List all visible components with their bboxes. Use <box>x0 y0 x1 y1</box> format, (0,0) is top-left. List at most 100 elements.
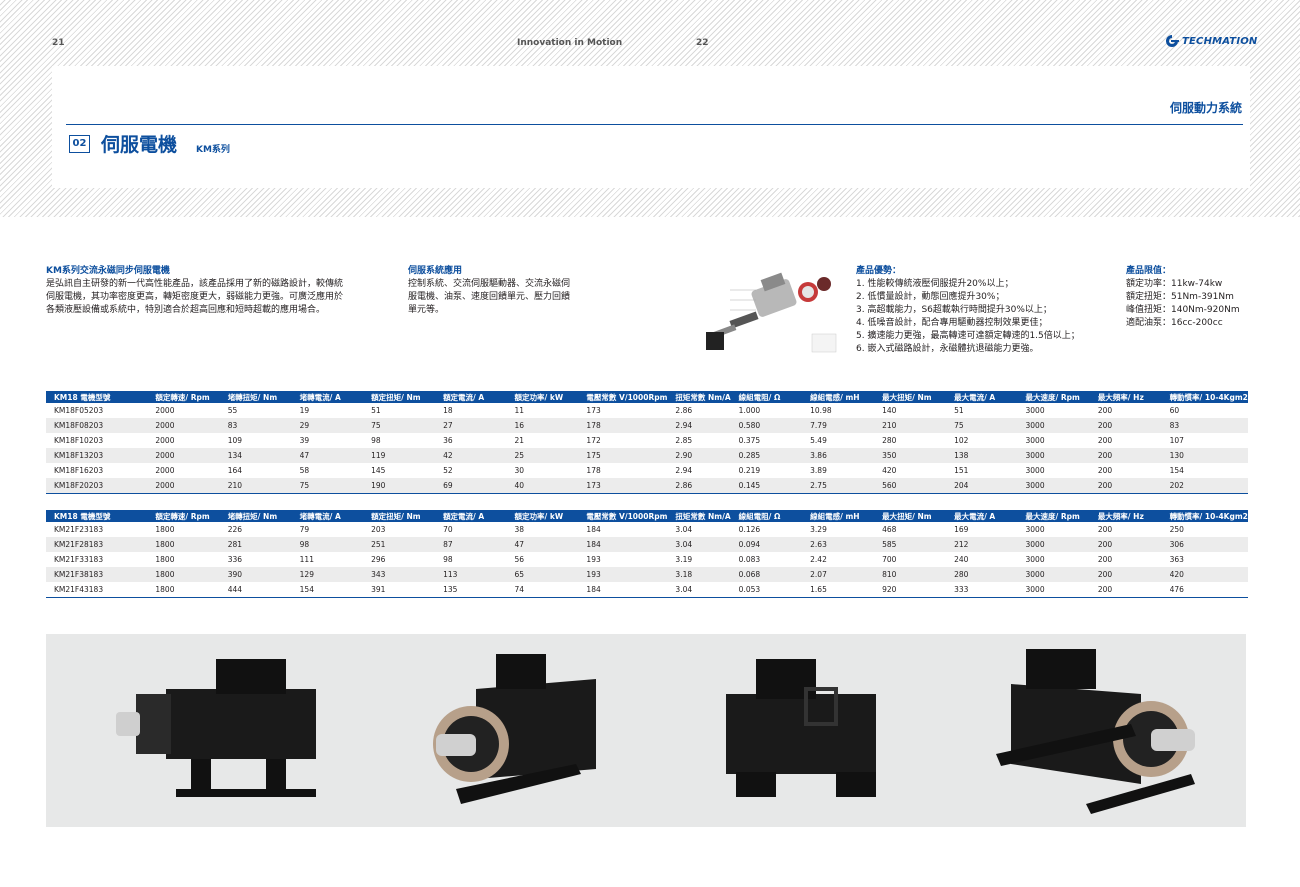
table-cell: 0.219 <box>730 463 803 478</box>
column-header: 堵轉扭矩/ Nm <box>219 510 292 522</box>
column-header: 堵轉電流/ A <box>291 391 364 403</box>
table-cell: 3000 <box>1017 567 1090 582</box>
table-cell: 0.053 <box>730 582 803 597</box>
intro-line: 各類液壓設備或系統中，特別適合於超高回應和短時超載的應用場合。 <box>46 305 326 315</box>
table-cell: 173 <box>578 478 668 493</box>
table-row: KM18F20203 2000 210 75 190 69 40 173 2.86 0.145 2.… <box>46 478 1248 493</box>
limits-body: 額定功率：11kw-74kw 額定扭矩：51Nm-391Nm 峰值扭矩：140N… <box>1126 278 1240 330</box>
table-cell: 119 <box>363 448 436 463</box>
table-cell: 0.375 <box>730 433 803 448</box>
table-cell: 113 <box>435 567 507 582</box>
advantage-item: 4. 低噪音設計，配合專用驅動器控制效果更佳； <box>856 318 1048 328</box>
table-cell: 175 <box>578 448 668 463</box>
column-header: 最大速度/ Rpm <box>1017 510 1090 522</box>
column-header: 最大電流/ A <box>946 510 1018 522</box>
table-cell: 2000 <box>147 463 220 478</box>
table-cell: 65 <box>506 567 579 582</box>
table-cell: 184 <box>578 537 668 552</box>
table-cell: 226 <box>219 522 292 537</box>
table-cell: 333 <box>946 582 1018 597</box>
table-header-row: KM18 電機型號 額定轉速/ Rpm 堵轉扭矩/ Nm 堵轉電流/ A 額定扭矩/ N… <box>46 391 1248 403</box>
table-cell: 0.094 <box>730 537 803 552</box>
table-cell: 21 <box>506 433 579 448</box>
table-cell: 87 <box>435 537 507 552</box>
table-row: KM21F38183 1800 390 129 343 113 65 193 3.18 0.068… <box>46 567 1248 582</box>
table-cell: 210 <box>219 478 292 493</box>
product-photo-strip <box>46 634 1246 827</box>
table-cell: 3000 <box>1017 448 1090 463</box>
column-header: 最大速度/ Rpm <box>1017 391 1090 403</box>
table-cell: 3.04 <box>667 537 731 552</box>
table-cell: 25 <box>506 448 579 463</box>
motor-photo-side <box>116 659 316 797</box>
table-cell: 138 <box>946 448 1018 463</box>
application-body: 控制系統、交流伺服驅動器、交流永磁伺 服電機、油泵、速度回饋單元、壓力回饋 單元… <box>408 278 570 317</box>
table-cell: 2000 <box>147 478 220 493</box>
table-cell: 700 <box>874 552 947 567</box>
limit-item: 適配油泵：16cc-200cc <box>1126 318 1223 328</box>
table-cell: 98 <box>363 433 436 448</box>
table-cell: 281 <box>219 537 292 552</box>
table-cell: 1800 <box>147 522 220 537</box>
table-cell: 560 <box>874 478 947 493</box>
logo-swoosh-icon <box>1166 35 1179 47</box>
table-cell: 280 <box>946 567 1018 582</box>
table-cell: 3.19 <box>667 552 731 567</box>
column-header: 扭矩常數 Nm/A <box>667 510 731 522</box>
table-cell: KM18F16203 <box>46 463 148 478</box>
table-cell: KM18F10203 <box>46 433 148 448</box>
table-row: KM18F08203 2000 83 29 75 27 16 178 2.94 0.580 7.79… <box>46 418 1248 433</box>
table-row: KM18F16203 2000 164 58 145 52 30 178 2.94 0.219 3.… <box>46 463 1248 478</box>
column-header: 額定轉速/ Rpm <box>147 510 220 522</box>
column-header: KM18 電機型號 <box>46 510 148 522</box>
table-cell: 3000 <box>1017 418 1090 433</box>
table-cell: 3000 <box>1017 463 1090 478</box>
column-header: 額定電流/ A <box>435 391 507 403</box>
table-row: KM21F28183 1800 281 98 251 87 47 184 3.04 0.094 2.… <box>46 537 1248 552</box>
table-cell: KM18F05203 <box>46 403 148 418</box>
column-header: 最大頻率/ Hz <box>1089 510 1162 522</box>
column-header: 額定電流/ A <box>435 510 507 522</box>
column-header: 額定扭矩/ Nm <box>363 510 436 522</box>
table-cell: 212 <box>946 537 1018 552</box>
table-cell: 3.89 <box>802 463 875 478</box>
table-cell: KM18F08203 <box>46 418 148 433</box>
advantages-title: 產品優勢： <box>856 266 902 276</box>
table-cell: 0.145 <box>730 478 803 493</box>
table-cell: 200 <box>1089 433 1162 448</box>
table-cell: 1800 <box>147 567 220 582</box>
table-cell: 200 <box>1089 403 1162 418</box>
table-cell: KM18F13203 <box>46 448 148 463</box>
logo-text: TECHMATION <box>1182 35 1258 47</box>
table-cell: 2.94 <box>667 418 731 433</box>
table-row: KM21F23183 1800 226 79 203 70 38 184 3.04 0.126 3.… <box>46 522 1248 537</box>
table-cell: 3000 <box>1017 478 1090 493</box>
table-cell: 2.86 <box>667 478 731 493</box>
table-cell: 184 <box>578 582 668 597</box>
table-cell: 2.85 <box>667 433 731 448</box>
table-cell: 210 <box>874 418 947 433</box>
column-header: 堵轉扭矩/ Nm <box>219 391 292 403</box>
table-cell: 296 <box>363 552 436 567</box>
table-cell: 3.86 <box>802 448 875 463</box>
table-cell: 3.29 <box>802 522 875 537</box>
chapter-series: KM系列 <box>196 145 230 155</box>
table-cell: 193 <box>578 552 668 567</box>
table-cell: 3.04 <box>667 582 731 597</box>
table-cell: 83 <box>1161 418 1248 433</box>
table-cell: 111 <box>291 552 364 567</box>
table-cell: 200 <box>1089 418 1162 433</box>
table-cell: 476 <box>1161 582 1248 597</box>
column-header: 最大扭矩/ Nm <box>874 510 947 522</box>
table-row: KM18F13203 2000 134 47 119 42 25 175 2.90 0.285 3.… <box>46 448 1248 463</box>
table-cell: 2.94 <box>667 463 731 478</box>
column-header: 轉動慣率/ 10-4Kgm2 <box>1161 510 1248 522</box>
table-cell: 1.000 <box>730 403 803 418</box>
limit-item: 額定功率：11kw-74kw <box>1126 279 1223 289</box>
table-cell: 391 <box>363 582 436 597</box>
table-cell: 11 <box>506 403 579 418</box>
table-cell: 164 <box>219 463 292 478</box>
application-title: 伺服系統應用 <box>408 266 463 276</box>
column-header: 電壓常數 V/1000Rpm <box>578 510 668 522</box>
table-cell: 280 <box>874 433 947 448</box>
